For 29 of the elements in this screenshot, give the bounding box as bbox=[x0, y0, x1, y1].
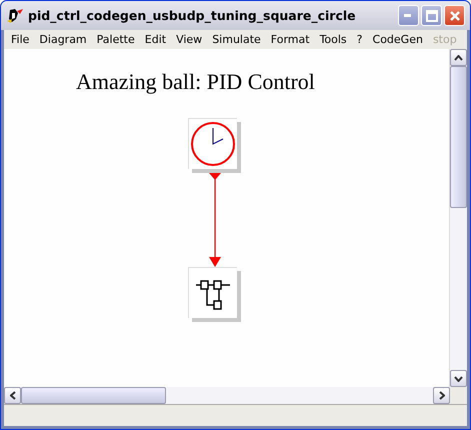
menu-item[interactable]: Palette bbox=[92, 33, 140, 46]
window-title: pid_ctrl_codegen_usbudp_tuning_square_circle bbox=[28, 8, 357, 23]
scroll-thumb[interactable] bbox=[21, 387, 166, 404]
menu-item[interactable]: Tools bbox=[314, 33, 352, 46]
menu-item[interactable]: Format bbox=[266, 33, 315, 46]
close-icon bbox=[448, 10, 460, 22]
close-button[interactable] bbox=[444, 5, 465, 26]
menu-item[interactable]: View bbox=[171, 33, 208, 46]
menu-item[interactable]: ? bbox=[352, 33, 368, 46]
minimize-icon bbox=[404, 14, 413, 17]
menu-item[interactable]: CodeGen bbox=[368, 33, 428, 46]
menu-item[interactable]: File bbox=[6, 33, 34, 46]
menu-item[interactable]: Simulate bbox=[207, 33, 266, 46]
clock-icon bbox=[190, 121, 236, 167]
menu-item[interactable]: Edit bbox=[140, 33, 172, 46]
scrollbar-corner bbox=[450, 387, 467, 404]
scroll-left-button[interactable] bbox=[4, 387, 21, 404]
horizontal-scrollbar[interactable] bbox=[4, 387, 450, 404]
minimize-button[interactable] bbox=[398, 5, 419, 26]
scroll-right-button[interactable] bbox=[433, 387, 450, 404]
scroll-down-button[interactable] bbox=[450, 370, 467, 387]
maximize-button[interactable] bbox=[421, 5, 442, 26]
menu-item[interactable]: Diagram bbox=[34, 33, 92, 46]
diagram-title: Amazing ball: PID Control bbox=[76, 69, 315, 95]
maximize-icon bbox=[426, 10, 438, 22]
vertical-scrollbar[interactable] bbox=[449, 49, 467, 387]
penguin-icon bbox=[6, 6, 24, 24]
scroll-up-button[interactable] bbox=[450, 49, 467, 66]
scroll-thumb[interactable] bbox=[450, 66, 467, 208]
